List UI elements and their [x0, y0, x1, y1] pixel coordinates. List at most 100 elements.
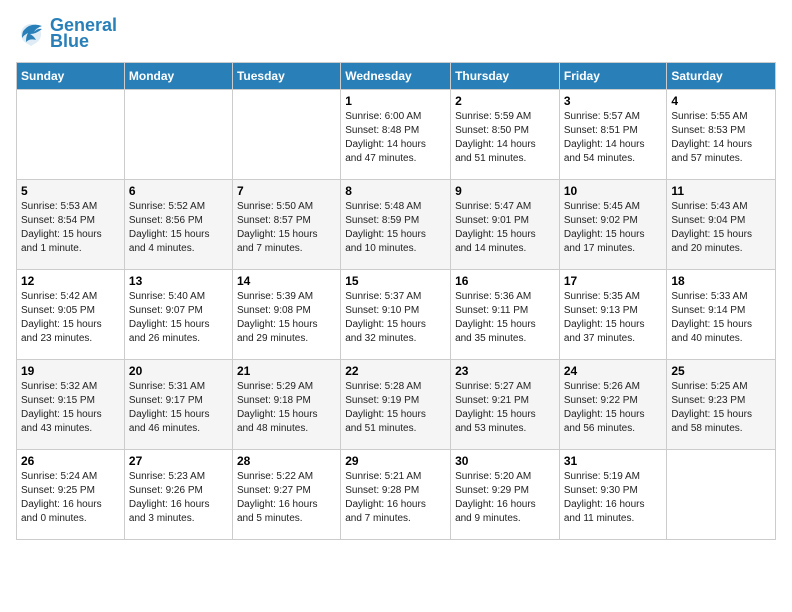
calendar-cell: 31 Sunrise: 5:19 AM Sunset: 9:30 PM Dayli…: [559, 449, 667, 539]
day-number: 1: [345, 94, 446, 108]
day-info: Sunrise: 5:31 AM Sunset: 9:17 PM Dayligh…: [129, 380, 228, 436]
day-info: Sunrise: 5:42 AM Sunset: 9:05 PM Dayligh…: [21, 290, 120, 346]
day-number: 23: [455, 364, 555, 378]
calendar-cell: 16 Sunrise: 5:36 AM Sunset: 9:11 PM Dayli…: [451, 269, 560, 359]
calendar-cell: 28Sunrise: 5:22 AM Sunset: 9:27 PM Dayli…: [232, 449, 340, 539]
day-info: Sunrise: 5:35 AM Sunset: 9:13 PM Dayligh…: [564, 290, 663, 346]
calendar-table: SundayMondayTuesdayWednesdayThursdayFrid…: [16, 62, 776, 540]
calendar-cell: [667, 449, 776, 539]
day-info: Sunrise: 5:39 AM Sunset: 9:08 PM Dayligh…: [237, 290, 336, 346]
weekday-header-wednesday: Wednesday: [341, 62, 451, 89]
day-number: 8: [345, 184, 446, 198]
day-number: 20: [129, 364, 228, 378]
calendar-cell: 27 Sunrise: 5:23 AM Sunset: 9:26 PM Dayli…: [124, 449, 232, 539]
calendar-cell: 26 Sunrise: 5:24 AM Sunset: 9:25 PM Dayli…: [17, 449, 125, 539]
weekday-header-tuesday: Tuesday: [232, 62, 340, 89]
day-info: Sunrise: 5:57 AM Sunset: 8:51 PM Dayligh…: [564, 110, 663, 166]
calendar-cell: 2Sunrise: 5:59 AM Sunset: 8:50 PM Daylig…: [451, 89, 560, 179]
calendar-cell: 25 Sunrise: 5:25 AM Sunset: 9:23 PM Dayli…: [667, 359, 776, 449]
calendar-week-5: 26 Sunrise: 5:24 AM Sunset: 9:25 PM Dayli…: [17, 449, 776, 539]
calendar-cell: 3 Sunrise: 5:57 AM Sunset: 8:51 PM Daylig…: [559, 89, 667, 179]
day-number: 26: [21, 454, 120, 468]
calendar-cell: 17 Sunrise: 5:35 AM Sunset: 9:13 PM Dayli…: [559, 269, 667, 359]
calendar-cell: 23 Sunrise: 5:27 AM Sunset: 9:21 PM Dayli…: [451, 359, 560, 449]
calendar-cell: 7 Sunrise: 5:50 AM Sunset: 8:57 PM Daylig…: [232, 179, 340, 269]
calendar-cell: 13 Sunrise: 5:40 AM Sunset: 9:07 PM Dayli…: [124, 269, 232, 359]
day-number: 25: [671, 364, 771, 378]
day-number: 3: [564, 94, 663, 108]
day-info: Sunrise: 5:24 AM Sunset: 9:25 PM Dayligh…: [21, 470, 120, 526]
calendar-cell: 18Sunrise: 5:33 AM Sunset: 9:14 PM Dayli…: [667, 269, 776, 359]
day-number: 16: [455, 274, 555, 288]
day-number: 12: [21, 274, 120, 288]
day-number: 13: [129, 274, 228, 288]
day-info: Sunrise: 5:47 AM Sunset: 9:01 PM Dayligh…: [455, 200, 555, 256]
calendar-week-3: 12 Sunrise: 5:42 AM Sunset: 9:05 PM Dayli…: [17, 269, 776, 359]
weekday-header-row: SundayMondayTuesdayWednesdayThursdayFrid…: [17, 62, 776, 89]
calendar-week-4: 19 Sunrise: 5:32 AM Sunset: 9:15 PM Dayli…: [17, 359, 776, 449]
day-info: Sunrise: 5:19 AM Sunset: 9:30 PM Dayligh…: [564, 470, 663, 526]
calendar-cell: 29 Sunrise: 5:21 AM Sunset: 9:28 PM Dayli…: [341, 449, 451, 539]
day-info: Sunrise: 5:28 AM Sunset: 9:19 PM Dayligh…: [345, 380, 446, 436]
day-info: Sunrise: 5:22 AM Sunset: 9:27 PM Dayligh…: [237, 470, 336, 526]
day-info: Sunrise: 5:33 AM Sunset: 9:14 PM Dayligh…: [671, 290, 771, 346]
day-number: 9: [455, 184, 555, 198]
day-number: 22: [345, 364, 446, 378]
calendar-cell: 22 Sunrise: 5:28 AM Sunset: 9:19 PM Dayli…: [341, 359, 451, 449]
day-number: 29: [345, 454, 446, 468]
logo: General Blue: [16, 16, 117, 52]
day-info: Sunrise: 5:20 AM Sunset: 9:29 PM Dayligh…: [455, 470, 555, 526]
day-number: 6: [129, 184, 228, 198]
calendar-cell: 8 Sunrise: 5:48 AM Sunset: 8:59 PM Daylig…: [341, 179, 451, 269]
day-number: 19: [21, 364, 120, 378]
day-number: 4: [671, 94, 771, 108]
day-info: Sunrise: 5:50 AM Sunset: 8:57 PM Dayligh…: [237, 200, 336, 256]
day-number: 15: [345, 274, 446, 288]
day-info: Sunrise: 5:43 AM Sunset: 9:04 PM Dayligh…: [671, 200, 771, 256]
day-info: Sunrise: 5:45 AM Sunset: 9:02 PM Dayligh…: [564, 200, 663, 256]
day-info: Sunrise: 5:36 AM Sunset: 9:11 PM Dayligh…: [455, 290, 555, 346]
calendar-cell: 14 Sunrise: 5:39 AM Sunset: 9:08 PM Dayli…: [232, 269, 340, 359]
day-info: Sunrise: 5:26 AM Sunset: 9:22 PM Dayligh…: [564, 380, 663, 436]
day-number: 31: [564, 454, 663, 468]
day-info: Sunrise: 5:55 AM Sunset: 8:53 PM Dayligh…: [671, 110, 771, 166]
calendar-cell: [124, 89, 232, 179]
calendar-cell: 4 Sunrise: 5:55 AM Sunset: 8:53 PM Daylig…: [667, 89, 776, 179]
day-info: Sunrise: 5:48 AM Sunset: 8:59 PM Dayligh…: [345, 200, 446, 256]
day-number: 17: [564, 274, 663, 288]
day-info: Sunrise: 5:37 AM Sunset: 9:10 PM Dayligh…: [345, 290, 446, 346]
day-number: 10: [564, 184, 663, 198]
day-info: Sunrise: 5:40 AM Sunset: 9:07 PM Dayligh…: [129, 290, 228, 346]
day-info: Sunrise: 5:21 AM Sunset: 9:28 PM Dayligh…: [345, 470, 446, 526]
weekday-header-thursday: Thursday: [451, 62, 560, 89]
day-info: Sunrise: 5:25 AM Sunset: 9:23 PM Dayligh…: [671, 380, 771, 436]
day-info: Sunrise: 6:00 AM Sunset: 8:48 PM Dayligh…: [345, 110, 446, 166]
day-info: Sunrise: 5:27 AM Sunset: 9:21 PM Dayligh…: [455, 380, 555, 436]
calendar-cell: 1 Sunrise: 6:00 AM Sunset: 8:48 PM Daylig…: [341, 89, 451, 179]
calendar-week-1: 1 Sunrise: 6:00 AM Sunset: 8:48 PM Daylig…: [17, 89, 776, 179]
day-info: Sunrise: 5:59 AM Sunset: 8:50 PM Dayligh…: [455, 110, 555, 166]
calendar-cell: [17, 89, 125, 179]
day-number: 7: [237, 184, 336, 198]
day-info: Sunrise: 5:23 AM Sunset: 9:26 PM Dayligh…: [129, 470, 228, 526]
day-info: Sunrise: 5:29 AM Sunset: 9:18 PM Dayligh…: [237, 380, 336, 436]
weekday-header-monday: Monday: [124, 62, 232, 89]
day-number: 11: [671, 184, 771, 198]
day-number: 27: [129, 454, 228, 468]
calendar-cell: 15 Sunrise: 5:37 AM Sunset: 9:10 PM Dayli…: [341, 269, 451, 359]
calendar-cell: 12 Sunrise: 5:42 AM Sunset: 9:05 PM Dayli…: [17, 269, 125, 359]
day-info: Sunrise: 5:32 AM Sunset: 9:15 PM Dayligh…: [21, 380, 120, 436]
day-number: 30: [455, 454, 555, 468]
calendar-cell: 9 Sunrise: 5:47 AM Sunset: 9:01 PM Daylig…: [451, 179, 560, 269]
calendar-cell: 30 Sunrise: 5:20 AM Sunset: 9:29 PM Dayli…: [451, 449, 560, 539]
day-info: Sunrise: 5:52 AM Sunset: 8:56 PM Dayligh…: [129, 200, 228, 256]
day-number: 14: [237, 274, 336, 288]
calendar-cell: 11 Sunrise: 5:43 AM Sunset: 9:04 PM Dayli…: [667, 179, 776, 269]
calendar-cell: 5Sunrise: 5:53 AM Sunset: 8:54 PM Daylig…: [17, 179, 125, 269]
calendar-cell: 21Sunrise: 5:29 AM Sunset: 9:18 PM Dayli…: [232, 359, 340, 449]
day-number: 24: [564, 364, 663, 378]
logo-subtext: Blue: [50, 32, 117, 52]
day-number: 5: [21, 184, 120, 198]
weekday-header-friday: Friday: [559, 62, 667, 89]
calendar-cell: 6 Sunrise: 5:52 AM Sunset: 8:56 PM Daylig…: [124, 179, 232, 269]
